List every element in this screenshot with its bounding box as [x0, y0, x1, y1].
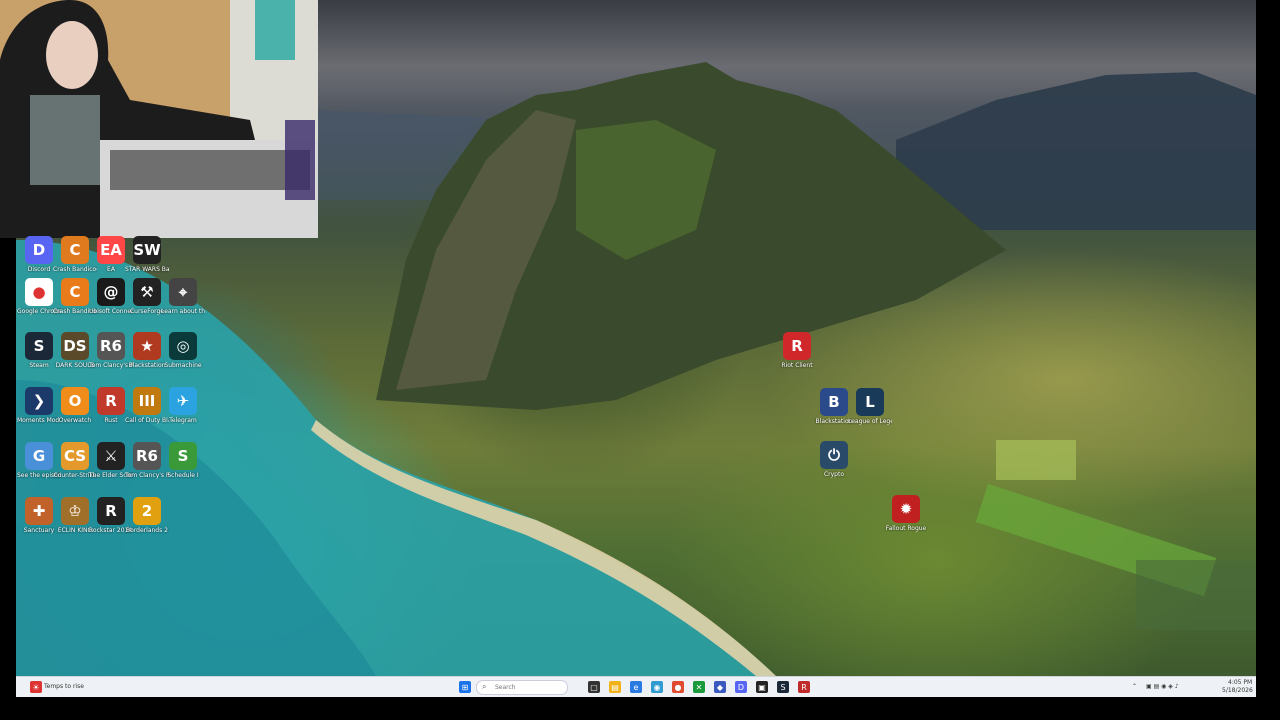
- desktop-shortcut[interactable]: CCrash Bandicoot: [53, 278, 97, 332]
- desktop-shortcut[interactable]: R6Tom Clancy's Rainbow Six: [89, 332, 133, 386]
- desktop-shortcut[interactable]: IIICall of Duty Black Ops III: [125, 387, 169, 441]
- discord-taskbar-icon[interactable]: D: [735, 681, 747, 693]
- shortcut-label: Telegram: [169, 417, 197, 424]
- rockstar-icon: R: [97, 497, 125, 525]
- schedule-icon: S: [169, 442, 197, 470]
- desktop-shortcut[interactable]: ⚒ CurseForge: [128, 278, 166, 332]
- darksouls-icon: DS: [61, 332, 89, 360]
- fallout-icon: ✹: [892, 495, 920, 523]
- desktop-shortcut[interactable]: ❯Moments Mod Playlist: [17, 387, 61, 441]
- desktop-shortcut[interactable]: R Rust: [92, 387, 130, 441]
- tray-chevron-icon[interactable]: ⌃: [1132, 683, 1137, 690]
- overwatch-icon: O: [61, 387, 89, 415]
- search-icon: ⌕: [482, 682, 487, 691]
- shortcut-label: Crypto: [823, 471, 845, 478]
- crash-icon: C: [61, 236, 89, 264]
- desktop-shortcut[interactable]: DS DARK SOULS: [56, 332, 94, 386]
- desktop-shortcut[interactable]: S Schedule I: [164, 442, 202, 496]
- power-icon: ⏻: [820, 441, 848, 469]
- moments-icon: ❯: [25, 387, 53, 415]
- blackstation-icon: ★: [133, 332, 161, 360]
- see-episode-icon: G: [25, 442, 53, 470]
- tray-icons[interactable]: ▣ ▤ ◉ ◈ ♪: [1146, 683, 1179, 690]
- steam-icon: S: [25, 332, 53, 360]
- desktop-shortcut[interactable]: CS Counter-Strike: [53, 442, 97, 496]
- cod-icon: III: [133, 387, 161, 415]
- eclin-king-icon: ♔: [61, 497, 89, 525]
- desktop-shortcut[interactable]: ◎ Submachine: [164, 332, 202, 386]
- search-box[interactable]: ⌕ Search: [476, 680, 568, 695]
- browser-icon[interactable]: ◉: [651, 681, 663, 693]
- desktop-shortcut[interactable]: @ Ubisoft Connect: [89, 278, 133, 332]
- curseforge-icon: ⚒: [133, 278, 161, 306]
- file-explorer-icon[interactable]: ▤: [609, 681, 621, 693]
- desktop-shortcut[interactable]: O Overwatch: [56, 387, 94, 441]
- task-view-icon[interactable]: ▢: [588, 681, 600, 693]
- game-taskbar-icon[interactable]: ▣: [756, 681, 768, 693]
- taskbar: ☀ Temps to rise ⊞ ⌕ Search ▢ ▤ e ◉ ● ✕ ◆…: [16, 676, 1256, 697]
- rainbow-six-icon: R6: [133, 442, 161, 470]
- desktop-shortcut[interactable]: ● Google Chrome: [17, 278, 61, 332]
- blackstation-icon: B: [820, 388, 848, 416]
- xbox-icon[interactable]: ✕: [693, 681, 705, 693]
- starwars-icon: SW: [133, 236, 161, 264]
- desktop-shortcut[interactable]: ⌖ Learn about this picture: [161, 278, 205, 332]
- desktop-shortcut[interactable]: R Riot Client: [778, 332, 816, 386]
- discord-icon: D: [25, 236, 53, 264]
- desktop-shortcut[interactable]: G See the episode: [17, 442, 61, 496]
- desktop-shortcut[interactable]: 2 Borderlands 2: [126, 497, 168, 551]
- desktop-shortcut[interactable]: R6Tom Clancy's Rainbow Six: [125, 442, 169, 496]
- submachine-icon: ◎: [169, 332, 197, 360]
- clock-time[interactable]: 4:05 PM: [1228, 679, 1252, 686]
- riot-taskbar-icon[interactable]: R: [798, 681, 810, 693]
- shortcut-label: Borderlands 2: [126, 527, 168, 534]
- desktop-shortcut[interactable]: RRockstar 2014 Edition: [89, 497, 133, 551]
- desktop-shortcut[interactable]: ⚔The Elder Scrolls: [89, 442, 133, 496]
- desktop-shortcut[interactable]: S Steam: [20, 332, 58, 386]
- borderlands-icon: 2: [133, 497, 161, 525]
- shortcut-label: Riot Client: [781, 362, 813, 369]
- shortcut-label: Submachine: [164, 362, 202, 369]
- chrome-icon: ●: [25, 278, 53, 306]
- webcam-feed: [0, 0, 318, 238]
- rainbow-six-icon: R6: [97, 332, 125, 360]
- chrome-taskbar-icon[interactable]: ●: [672, 681, 684, 693]
- desktop-shortcut[interactable]: ⏻ Crypto: [815, 441, 853, 495]
- shortcut-label: Learn about this picture: [161, 308, 205, 315]
- learn-picture-icon: ⌖: [169, 278, 197, 306]
- steam-taskbar-icon[interactable]: S: [777, 681, 789, 693]
- crash-icon: C: [61, 278, 89, 306]
- riot-client-icon: R: [783, 332, 811, 360]
- clock-date[interactable]: 5/18/2026: [1222, 687, 1253, 694]
- weather-icon[interactable]: ☀: [30, 681, 42, 693]
- desktop-shortcut[interactable]: ✈ Telegram: [164, 387, 202, 441]
- telegram-icon: ✈: [169, 387, 197, 415]
- ea-icon: EA: [97, 236, 125, 264]
- rust-icon: R: [97, 387, 125, 415]
- shortcut-label: Schedule I: [167, 472, 199, 479]
- app-icon[interactable]: ◆: [714, 681, 726, 693]
- weather-text[interactable]: Temps to rise: [44, 683, 84, 690]
- desktop-shortcut[interactable]: ♔ ECLIN KING: [56, 497, 94, 551]
- league-icon: L: [856, 388, 884, 416]
- shortcut-label: League of Legends: [848, 418, 892, 425]
- search-placeholder: Search: [495, 684, 516, 691]
- webcam-overlay: [0, 0, 318, 238]
- desktop-shortcut[interactable]: ★ Blackstation: [128, 332, 166, 386]
- edge-icon[interactable]: e: [630, 681, 642, 693]
- desktop-shortcut[interactable]: L League of Legends: [848, 388, 892, 442]
- desktop-shortcut[interactable]: ✚ Sanctuary: [20, 497, 58, 551]
- sanctuary-icon: ✚: [25, 497, 53, 525]
- desktop-shortcut[interactable]: B Blackstation: [815, 388, 853, 442]
- shortcut-label: STAR WARS Battlefront: [125, 266, 169, 273]
- start-button[interactable]: ⊞: [459, 681, 471, 693]
- counter-strike-icon: CS: [61, 442, 89, 470]
- ubisoft-icon: @: [97, 278, 125, 306]
- shortcut-label: Fallout Rogue: [885, 525, 927, 532]
- desktop-shortcut[interactable]: ✹ Fallout Rogue: [885, 495, 927, 549]
- elder-scrolls-icon: ⚔: [97, 442, 125, 470]
